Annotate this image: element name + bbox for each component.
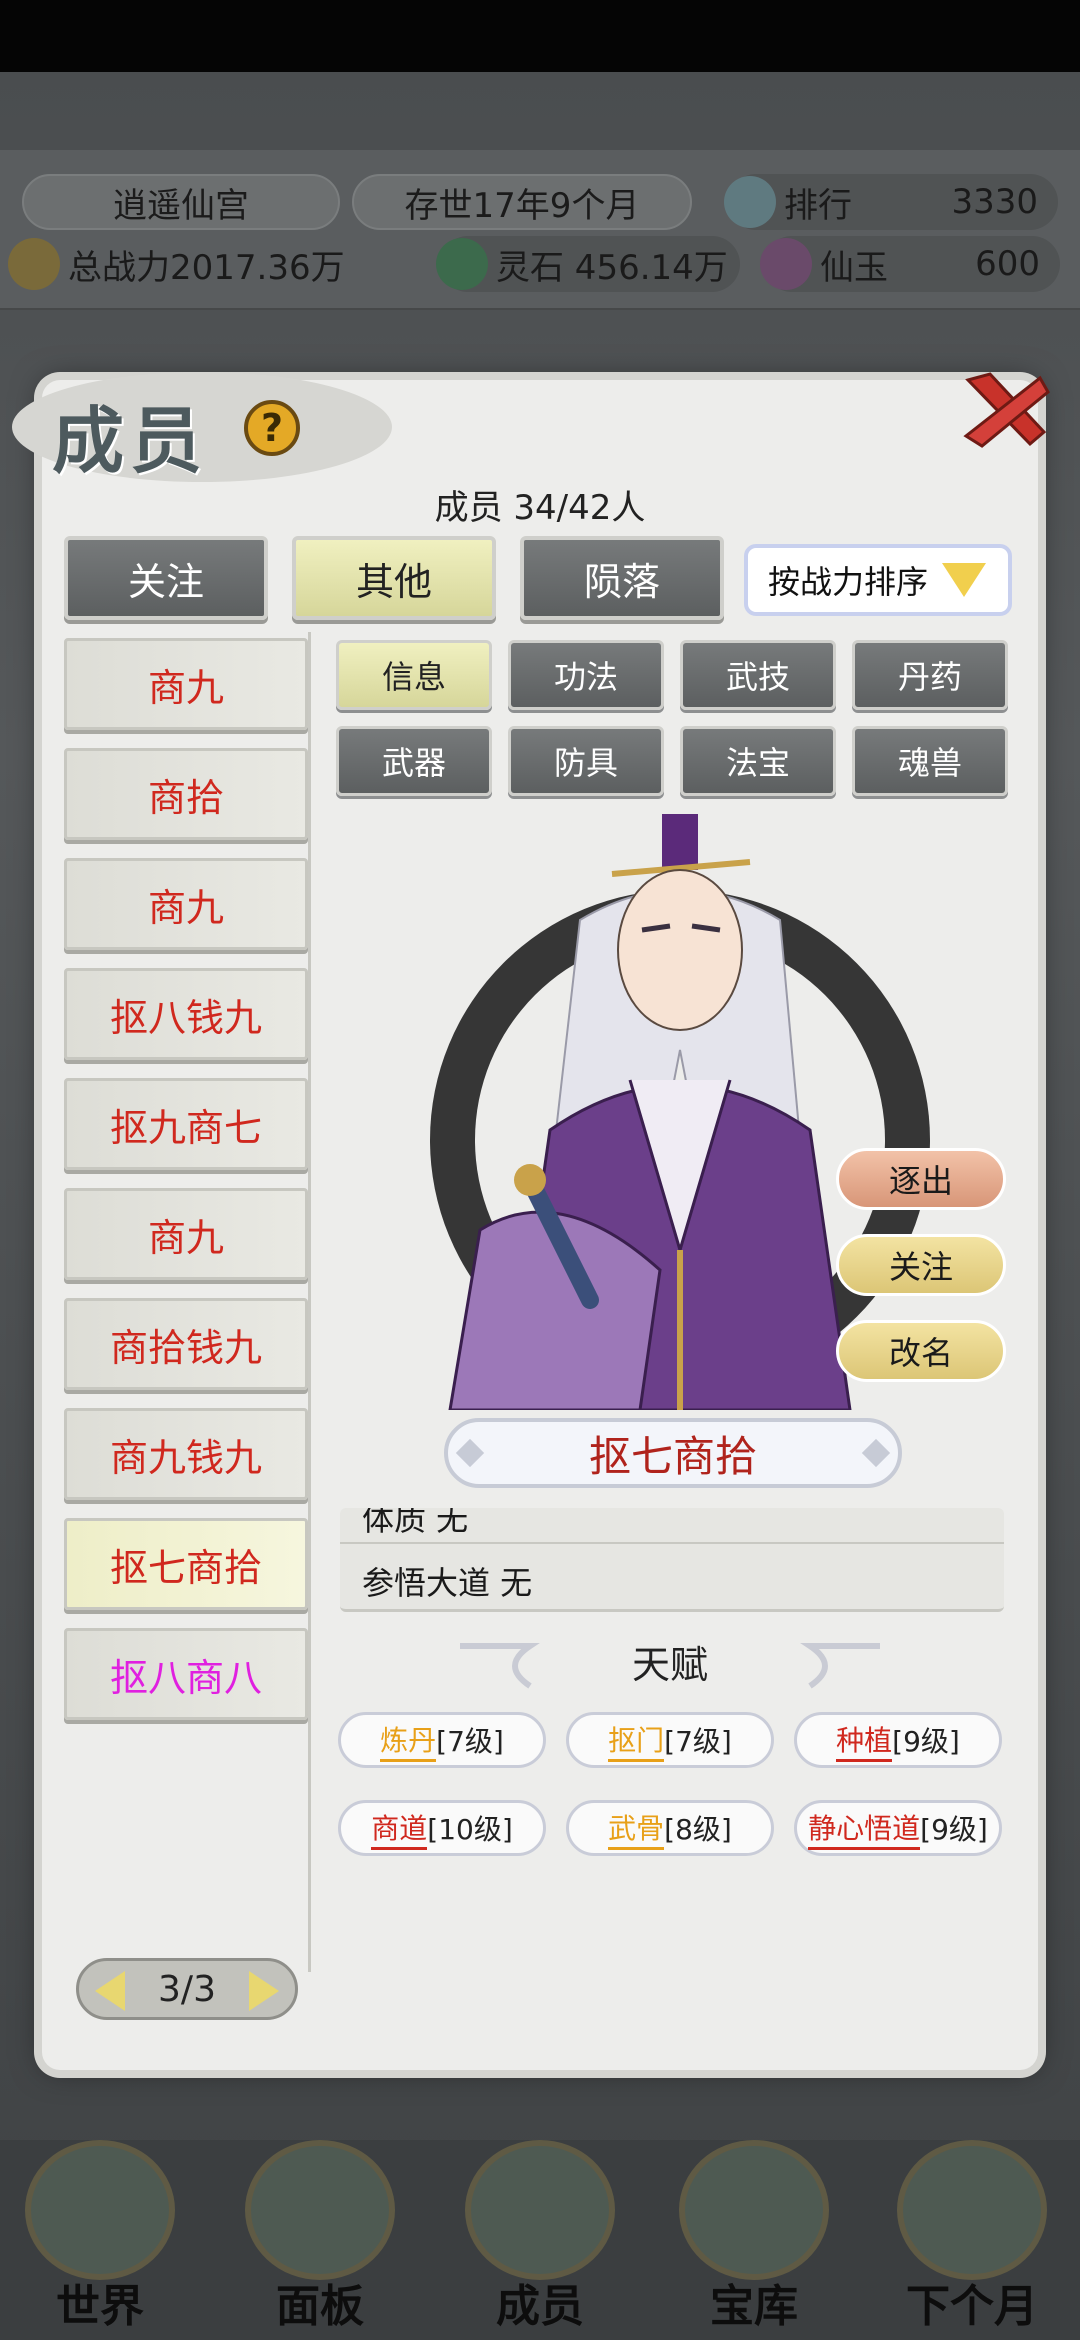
subtab-pills[interactable]: 丹药 bbox=[852, 640, 1008, 710]
member-item-selected[interactable]: 抠七商拾 bbox=[64, 1518, 308, 1610]
member-item[interactable]: 商拾 bbox=[64, 748, 308, 840]
comprehend-row: 参悟大道 无 bbox=[362, 1564, 533, 1602]
talent-header-ornament bbox=[460, 1643, 880, 1689]
spirit-stone-value: 灵石 456.14万 bbox=[496, 247, 728, 288]
character-name: 抠七商拾 bbox=[444, 1418, 902, 1488]
power-display: 总战力2017.36万 bbox=[8, 236, 402, 292]
follow-button[interactable]: 关注 bbox=[836, 1234, 1006, 1296]
nav-members[interactable]: 成员 bbox=[440, 2140, 640, 2340]
close-icon bbox=[963, 372, 1050, 448]
talent-badge[interactable]: 抠门 [7级] bbox=[566, 1712, 774, 1768]
nav-panel[interactable]: 面板 bbox=[220, 2140, 420, 2340]
treasury-icon bbox=[679, 2140, 829, 2280]
nav-treasury[interactable]: 宝库 bbox=[654, 2140, 854, 2340]
subtab-martial[interactable]: 武技 bbox=[680, 640, 836, 710]
next-month-icon bbox=[897, 2140, 1047, 2280]
rank-display[interactable]: 排行 3330 bbox=[724, 174, 1058, 230]
next-page-icon[interactable] bbox=[249, 1971, 279, 2011]
member-item[interactable]: 抠八钱九 bbox=[64, 968, 308, 1060]
member-item[interactable]: 抠八商八 bbox=[64, 1628, 308, 1720]
member-item[interactable]: 商九 bbox=[64, 638, 308, 730]
member-item[interactable]: 抠九商七 bbox=[64, 1078, 308, 1170]
talent-badge[interactable]: 种植 [9级] bbox=[794, 1712, 1002, 1768]
tab-follow[interactable]: 关注 bbox=[64, 536, 268, 620]
rank-icon bbox=[724, 176, 776, 228]
spirit-stone-display[interactable]: 灵石 456.14万 bbox=[436, 236, 740, 292]
modal-title: 成员 bbox=[52, 398, 209, 483]
power-icon bbox=[8, 238, 60, 290]
panel-icon bbox=[245, 2140, 395, 2280]
subtab-skills[interactable]: 功法 bbox=[508, 640, 664, 710]
expel-button[interactable]: 逐出 bbox=[836, 1148, 1006, 1210]
prev-page-icon[interactable] bbox=[95, 1971, 125, 2011]
ornament bbox=[455, 1438, 485, 1468]
ornament bbox=[861, 1438, 891, 1468]
members-icon bbox=[465, 2140, 615, 2280]
subtab-weapon[interactable]: 武器 bbox=[336, 726, 492, 796]
jade-display[interactable]: 仙玉 600 bbox=[760, 236, 1060, 292]
nav-world[interactable]: 世界 bbox=[0, 2140, 200, 2340]
row-divider bbox=[340, 1542, 1004, 1544]
subtab-armor[interactable]: 防具 bbox=[508, 726, 664, 796]
rename-button[interactable]: 改名 bbox=[836, 1320, 1006, 1382]
character-portrait bbox=[380, 800, 980, 1412]
top-resource-bar: 逍遥仙宫 存世17年9个月 排行 3330 总战力2017.36万 灵石 456… bbox=[0, 150, 1080, 310]
constitution-row: 体质 无 bbox=[362, 1508, 469, 1538]
jade-value: 600 bbox=[975, 244, 1040, 284]
member-item[interactable]: 商九 bbox=[64, 858, 308, 950]
subtab-artifact[interactable]: 法宝 bbox=[680, 726, 836, 796]
power-label: 总战力2017.36万 bbox=[68, 247, 345, 288]
subtab-info[interactable]: 信息 bbox=[336, 640, 492, 710]
rank-value: 3330 bbox=[951, 182, 1038, 222]
talent-badge[interactable]: 商道 [10级] bbox=[338, 1800, 546, 1856]
tab-other[interactable]: 其他 bbox=[292, 536, 496, 620]
subtab-beast[interactable]: 魂兽 bbox=[852, 726, 1008, 796]
member-count: 成员 34/42人 bbox=[434, 488, 646, 528]
jade-label: 仙玉 bbox=[820, 247, 888, 288]
page-indicator: 3/3 bbox=[158, 1968, 216, 2010]
member-item[interactable]: 商九 bbox=[64, 1188, 308, 1280]
modal-header: 成员 ? bbox=[12, 352, 482, 483]
member-item[interactable]: 商九钱九 bbox=[64, 1408, 308, 1500]
chevron-down-icon bbox=[942, 563, 987, 597]
sort-dropdown[interactable]: 按战力排序 bbox=[744, 544, 1012, 616]
talent-badge[interactable]: 静心悟道 [9级] bbox=[794, 1800, 1002, 1856]
sect-name: 逍遥仙宫 bbox=[22, 174, 340, 230]
status-bar bbox=[0, 0, 1080, 72]
spirit-stone-icon bbox=[436, 238, 488, 290]
sort-label: 按战力排序 bbox=[768, 563, 929, 601]
help-icon[interactable]: ? bbox=[244, 400, 300, 456]
member-list: 商九 商拾 商九 抠八钱九 抠九商七 商九 商拾钱九 商九钱九 抠七商拾 抠八商… bbox=[64, 638, 308, 1978]
era-display: 存世17年9个月 bbox=[352, 174, 692, 230]
talent-badge[interactable]: 武骨 [8级] bbox=[566, 1800, 774, 1856]
list-divider bbox=[308, 632, 311, 1972]
pager: 3/3 bbox=[76, 1958, 298, 2020]
talent-badge[interactable]: 炼丹 [7级] bbox=[338, 1712, 546, 1768]
member-item[interactable]: 商拾钱九 bbox=[64, 1298, 308, 1390]
rank-label: 排行 bbox=[784, 185, 852, 226]
nav-next-month[interactable]: 下个月 bbox=[872, 2140, 1072, 2340]
info-panel[interactable]: 体质 无 参悟大道 无 bbox=[340, 1508, 1004, 1612]
close-button[interactable] bbox=[960, 370, 1052, 450]
tab-fallen[interactable]: 陨落 bbox=[520, 536, 724, 620]
world-icon bbox=[25, 2140, 175, 2280]
jade-icon bbox=[760, 238, 812, 290]
